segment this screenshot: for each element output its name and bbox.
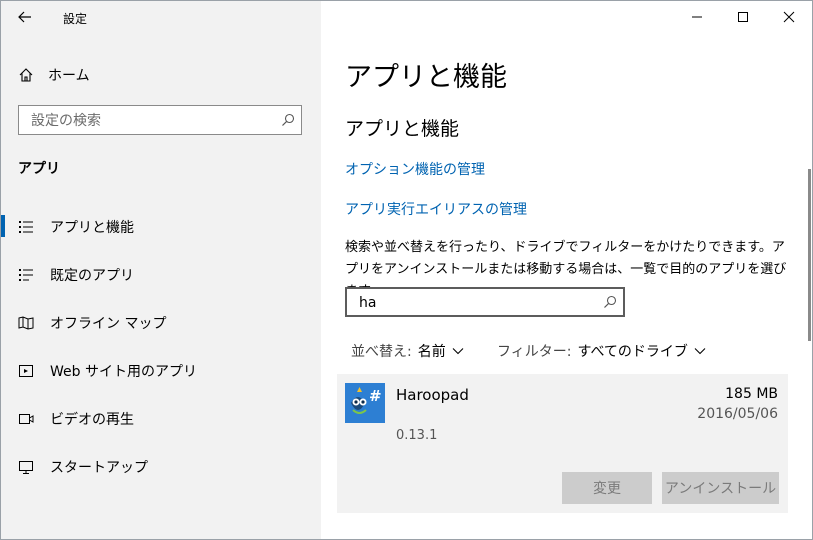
sidebar-item-apps-features[interactable]: アプリと機能 — [1, 203, 321, 251]
search-icon[interactable] — [603, 295, 617, 309]
default-apps-icon — [18, 267, 34, 283]
minimize-icon — [692, 16, 702, 18]
app-list-item[interactable]: # Haroopad 185 MB 2016/05/06 0.13.1 変更 ア… — [337, 374, 788, 513]
uninstall-button[interactable]: アンインストール — [662, 472, 779, 504]
filter-value: すべてのドライブ — [577, 344, 688, 360]
app-search-box[interactable] — [345, 287, 625, 317]
offline-maps-icon — [18, 315, 34, 331]
sort-dropdown[interactable]: 並べ替え: 名前 — [351, 341, 464, 361]
maximize-button[interactable] — [720, 1, 766, 33]
sidebar-item-label: Web サイト用のアプリ — [50, 364, 197, 380]
home-icon — [19, 68, 33, 82]
back-arrow-icon — [18, 11, 31, 23]
sidebar-item-default-apps[interactable]: 既定のアプリ — [1, 251, 321, 299]
home-label: ホーム — [48, 68, 90, 84]
chevron-down-icon — [452, 348, 464, 355]
maximize-icon — [738, 12, 748, 22]
sidebar-item-video-playback[interactable]: ビデオの再生 — [1, 395, 321, 443]
sidebar-item-label: 既定のアプリ — [50, 268, 134, 284]
window-title: 設定 — [63, 12, 88, 26]
startup-icon — [18, 459, 34, 475]
sidebar: 設定 ホーム アプリ — [1, 1, 321, 539]
sidebar-nav: アプリと機能 既定のアプリ オフライン マップ Web サイト用のアプリ ビデオ… — [1, 203, 321, 491]
search-icon[interactable] — [281, 113, 295, 127]
drive-filter-dropdown[interactable]: フィルター: すべてのドライブ — [497, 341, 706, 361]
window-controls — [674, 1, 812, 33]
page-title: アプリと機能 — [345, 62, 507, 93]
back-button[interactable] — [11, 5, 39, 29]
app-search-input[interactable] — [357, 289, 591, 317]
app-name: Haroopad — [396, 386, 469, 404]
sidebar-item-label: オフライン マップ — [50, 316, 167, 332]
app-version: 0.13.1 — [396, 428, 438, 443]
sidebar-item-apps-for-websites[interactable]: Web サイト用のアプリ — [1, 347, 321, 395]
app-execution-aliases-link[interactable]: アプリ実行エイリアスの管理 — [345, 199, 527, 219]
svg-text:#: # — [369, 387, 382, 405]
sidebar-item-label: ビデオの再生 — [50, 412, 134, 428]
filter-label: フィルター: — [497, 344, 572, 360]
app-install-date: 2016/05/06 — [697, 406, 778, 422]
optional-features-link[interactable]: オプション機能の管理 — [345, 159, 485, 179]
sort-label: 並べ替え: — [351, 344, 412, 360]
settings-window: 設定 ホーム アプリ — [0, 0, 813, 540]
close-icon — [783, 11, 795, 23]
sidebar-item-label: スタートアップ — [50, 460, 148, 476]
close-button[interactable] — [766, 1, 812, 33]
sidebar-item-startup[interactable]: スタートアップ — [1, 443, 321, 491]
scrollbar[interactable] — [808, 169, 811, 341]
section-header-apps: アプリ — [18, 161, 60, 177]
settings-search-box[interactable] — [18, 105, 302, 136]
settings-search-input[interactable] — [29, 106, 273, 136]
main-content: アプリと機能 アプリと機能 オプション機能の管理 アプリ実行エイリアスの管理 検… — [321, 1, 812, 539]
home-nav-item[interactable]: ホーム — [18, 63, 90, 87]
minimize-button[interactable] — [674, 1, 720, 33]
sort-value: 名前 — [417, 344, 446, 360]
video-playback-icon — [18, 411, 34, 427]
app-size: 185 MB — [725, 386, 778, 402]
section-title: アプリと機能 — [345, 118, 460, 140]
apps-for-websites-icon — [18, 363, 34, 379]
chevron-down-icon — [694, 348, 706, 355]
apps-features-icon — [18, 219, 34, 235]
sidebar-item-label: アプリと機能 — [50, 220, 134, 236]
haroopad-app-icon: # — [345, 383, 385, 423]
modify-button[interactable]: 変更 — [562, 472, 652, 504]
sidebar-item-offline-maps[interactable]: オフライン マップ — [1, 299, 321, 347]
